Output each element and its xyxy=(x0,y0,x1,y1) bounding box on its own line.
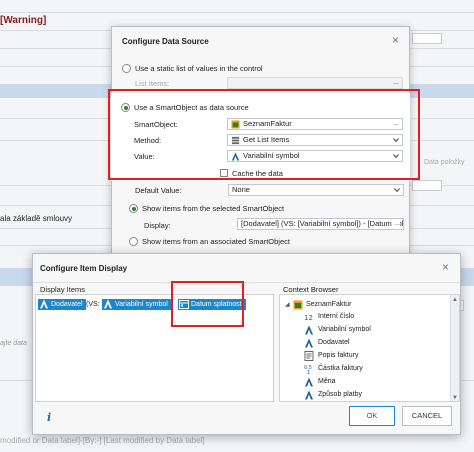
dialog-title: Configure Item Display xyxy=(40,264,128,273)
tree-expand-icon[interactable]: ◢ xyxy=(285,299,290,311)
default-value-value: None xyxy=(232,185,250,194)
token-label: Variabilní symbol xyxy=(115,301,168,308)
decimal-icon: 0.51 xyxy=(304,365,312,374)
svg-text:1: 1 xyxy=(307,370,310,374)
smartobject-icon xyxy=(293,300,303,310)
bg-divider xyxy=(0,12,474,13)
tree-item-variabilni-symbol[interactable]: Variabilní symbol xyxy=(280,324,450,336)
static-list-label: Use a static list of values in the contr… xyxy=(135,64,263,73)
tree-label: Měna xyxy=(318,378,336,385)
dialog-title: Configure Data Source xyxy=(122,37,209,46)
text-icon xyxy=(305,325,313,335)
bg-bottom-text: modified or Data label]-[By:-] [Last mod… xyxy=(0,436,205,445)
display-field[interactable]: [Dodavatel] (VS: [Variabilní symbol]) - … xyxy=(237,218,404,230)
tree-label: SeznamFaktur xyxy=(306,301,352,308)
default-value-select[interactable]: None xyxy=(228,184,404,196)
tree-label: Variabilní symbol xyxy=(318,326,371,333)
context-browser-label: Context Browser xyxy=(283,285,339,294)
text-property-icon xyxy=(104,299,112,309)
display-items-label: Display Items xyxy=(40,285,86,294)
text-icon xyxy=(305,390,313,400)
tree-item-castka-faktury[interactable]: 0.5 1 Částka faktury xyxy=(280,363,450,375)
token-label: Dodavatel xyxy=(51,301,83,308)
text-icon xyxy=(305,338,313,348)
bg-warning-text: [Warning] xyxy=(0,15,47,26)
show-associated-radio[interactable] xyxy=(129,237,138,246)
text-icon xyxy=(305,377,313,387)
list-items-button: ... xyxy=(393,79,399,86)
show-associated-label: Show items from an associated SmartObjec… xyxy=(142,237,290,246)
tree-root-seznamfaktur[interactable]: ◢ SeznamFaktur xyxy=(280,299,450,311)
context-browser-scrollbar[interactable]: ▲ ▼ xyxy=(450,295,459,401)
info-icon[interactable]: i xyxy=(47,411,51,424)
token-variabilni-symbol[interactable]: Variabilní symbol xyxy=(102,299,171,310)
list-items-field: ... xyxy=(227,77,403,89)
scroll-up-icon[interactable]: ▲ xyxy=(452,297,458,303)
display-browse-button[interactable]: ... xyxy=(392,219,400,229)
tree-label: Popis faktury xyxy=(318,352,359,359)
svg-text:12: 12 xyxy=(304,314,313,322)
highlight-box-smartobject xyxy=(108,89,420,180)
cancel-button[interactable]: CANCEL xyxy=(402,406,452,426)
tree-item-popis-faktury[interactable]: Popis faktury xyxy=(280,350,450,362)
close-icon[interactable]: × xyxy=(442,261,449,273)
tree-label: Dodavatel xyxy=(318,339,350,346)
tree-item-interni-cislo[interactable]: 12 Interní číslo xyxy=(280,311,450,323)
configure-item-display-dialog: Configure Item Display × Display Items C… xyxy=(32,253,461,435)
chevron-down-icon xyxy=(394,188,400,193)
bg-field xyxy=(412,180,442,191)
list-items-label: List Items: xyxy=(135,79,170,88)
close-icon[interactable]: × xyxy=(392,34,399,46)
token-dodavatel[interactable]: Dodavatel xyxy=(38,299,86,310)
highlight-box-datum xyxy=(171,281,244,327)
number-icon: 12 xyxy=(304,314,313,322)
token-vs-open: (VS: xyxy=(86,301,100,308)
dialog-divider xyxy=(33,282,460,283)
tree-item-mena[interactable]: Měna xyxy=(280,376,450,388)
tree-label: Interní číslo xyxy=(318,313,355,320)
scroll-down-icon[interactable]: ▼ xyxy=(452,395,458,401)
bg-row-label: ala základě smlouvy xyxy=(0,214,73,223)
default-value-label: Default Value: xyxy=(135,186,182,195)
static-list-radio[interactable] xyxy=(122,64,131,73)
show-selected-label: Show items from the selected SmartObject xyxy=(142,204,285,213)
text-property-icon xyxy=(40,299,48,309)
tree-label: Způsob platby xyxy=(318,391,362,398)
show-selected-radio[interactable] xyxy=(129,204,138,213)
tree-item-zpusob-platby[interactable]: Způsob platby xyxy=(280,389,450,401)
tree-label: Částka faktury xyxy=(318,365,363,372)
display-label: Display: xyxy=(144,221,171,230)
tree-item-dodavatel[interactable]: Dodavatel xyxy=(280,337,450,349)
display-value: [Dodavatel] (VS: [Variabilní symbol]) - … xyxy=(241,219,404,228)
ok-button[interactable]: OK xyxy=(349,406,395,426)
bg-right-text: Data položky xyxy=(424,159,465,166)
context-browser-tree[interactable]: ◢ SeznamFaktur 12 Interní číslo Variabil… xyxy=(279,294,460,402)
memo-icon xyxy=(304,351,314,361)
bg-cut-text: ajte data xyxy=(0,340,27,347)
bg-field xyxy=(412,33,442,44)
